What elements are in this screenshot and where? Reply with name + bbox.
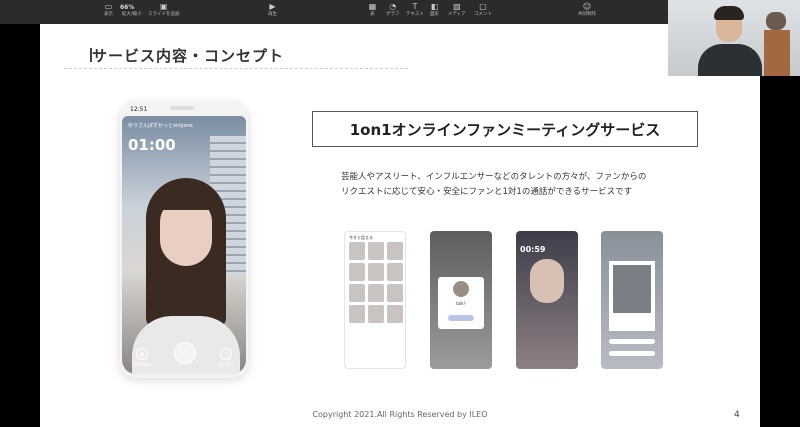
- take-photo-label: 写真を撮る: [132, 362, 152, 367]
- end-call-label: 通話終了: [218, 362, 234, 367]
- toolbar-item-label: テキスト: [406, 12, 424, 17]
- phone-mockup: 12:51 ゆうさんぽすかっとonlyone 01:00 ◉ 写真を撮る ◷ 通…: [120, 102, 248, 378]
- play-icon: ▶: [269, 1, 276, 11]
- toolbar-item-label: 図形: [430, 12, 439, 17]
- section-title: サービス内容・コンセプト: [92, 47, 285, 65]
- view-icon: ▭: [104, 1, 113, 11]
- cat: [766, 12, 786, 30]
- toolbar-item-label: 拡大/縮小: [122, 12, 142, 17]
- clock-icon: ◷: [220, 348, 232, 360]
- take-photo-button: ◉ 写真を撮る: [132, 348, 152, 368]
- app-screenshot-talent-list: 今すぐ話せる: [344, 231, 406, 369]
- comment-icon: ▢: [479, 1, 487, 11]
- toolbar-comment-button[interactable]: ▢ コメント: [474, 2, 492, 18]
- description-line-1: 芸能人やアスリート、インフルエンサーなどのタレントの方々が、ファンからの: [341, 172, 647, 182]
- mini-call-timer: 00:59: [520, 245, 546, 254]
- copyright-text: Copyright 2021.All Rights Reserved by IL…: [312, 410, 488, 419]
- app-screenshot-call-request: talk?: [430, 231, 492, 369]
- toolbar-item-label: グラフ: [386, 12, 400, 17]
- service-title: 1on1オンラインファンミーティングサービス: [349, 120, 661, 139]
- toolbar-text-button[interactable]: T テキスト: [406, 2, 424, 18]
- toolbar-view-button[interactable]: ▭ 表示: [104, 2, 113, 18]
- phone-status-time: 12:51: [130, 106, 148, 113]
- description-line-2: リクエストに応じて安心・安全にファンと1対1の通話ができるサービスです: [341, 187, 633, 197]
- shape-icon: ◧: [430, 1, 439, 11]
- caller-name: ゆうさんぽすかっとonlyone: [128, 123, 193, 129]
- cat-tower: [764, 30, 790, 76]
- app-screenshot-video-call: 00:59: [516, 231, 578, 369]
- add-slide-icon: ▣: [159, 1, 168, 11]
- presenter-hair: [714, 6, 744, 20]
- end-call-button: ◷ 通話終了: [218, 348, 234, 368]
- instant-photo-frame: [609, 261, 655, 331]
- phone-call-screen: ゆうさんぽすかっとonlyone 01:00 ◉ 写真を撮る ◷ 通話終了: [122, 116, 246, 374]
- toolbar-media-button[interactable]: ▨ メディア: [448, 2, 466, 18]
- collaborate-icon: ☺: [582, 1, 592, 11]
- toolbar-item-label: 共同制作: [578, 12, 596, 17]
- toolbar-add-slide-button[interactable]: ▣ スライドを追加: [148, 2, 180, 18]
- self-view-thumbnail: [174, 342, 196, 364]
- media-icon: ▨: [453, 1, 461, 11]
- text-icon: T: [412, 1, 418, 11]
- service-title-box: 1on1オンラインファンミーティングサービス: [312, 111, 698, 147]
- call-timer: 01:00: [128, 136, 176, 154]
- toolbar-chart-button[interactable]: ◔ グラフ: [386, 2, 400, 18]
- slide-canvas[interactable]: サービス内容・コンセプト 12:51 ゆうさんぽすかっとonlyone 01:0…: [40, 24, 760, 427]
- toolbar-item-label: 表: [370, 12, 375, 17]
- caller-hair: [158, 188, 214, 210]
- phone-notch: [170, 106, 194, 110]
- call-request-text: talk?: [456, 301, 466, 306]
- table-icon: ▦: [368, 1, 377, 11]
- talent-avatar: [453, 281, 469, 297]
- toolbar-item-label: メディア: [448, 12, 466, 17]
- toolbar-shape-button[interactable]: ◧ 図形: [430, 2, 439, 18]
- camera-icon: ◉: [136, 348, 148, 360]
- save-bar: [609, 339, 655, 344]
- call-request-card: talk?: [438, 277, 484, 329]
- webcam-video-overlay[interactable]: [668, 0, 800, 76]
- request-button: [448, 315, 474, 321]
- toolbar-item-label: 再生: [268, 12, 277, 17]
- toolbar-zoom-button[interactable]: 拡大/縮小: [122, 12, 142, 18]
- toolbar-item-label: 表示: [104, 12, 113, 17]
- toolbar-item-label: コメント: [474, 12, 492, 17]
- page-number: 4: [734, 410, 740, 420]
- talent-grid: [349, 242, 403, 323]
- app-screenshot-cheki: [601, 231, 663, 369]
- toolbar-item-label: スライドを追加: [148, 12, 180, 17]
- toolbar-table-button[interactable]: ▦ 表: [368, 2, 377, 18]
- presenter-body: [698, 44, 762, 76]
- title-divider: [64, 68, 408, 69]
- zoom-level[interactable]: 66%: [120, 4, 134, 11]
- service-description: 芸能人やアスリート、インフルエンサーなどのタレントの方々が、ファンからの リクエ…: [341, 170, 681, 200]
- toolbar-play-button[interactable]: ▶ 再生: [268, 2, 277, 18]
- share-bar: [609, 351, 655, 356]
- talent-list-heading: 今すぐ話せる: [349, 235, 373, 240]
- talent-video: [530, 259, 564, 303]
- toolbar-collaborate-button[interactable]: ☺ 共同制作: [578, 2, 596, 18]
- chart-icon: ◔: [389, 1, 397, 11]
